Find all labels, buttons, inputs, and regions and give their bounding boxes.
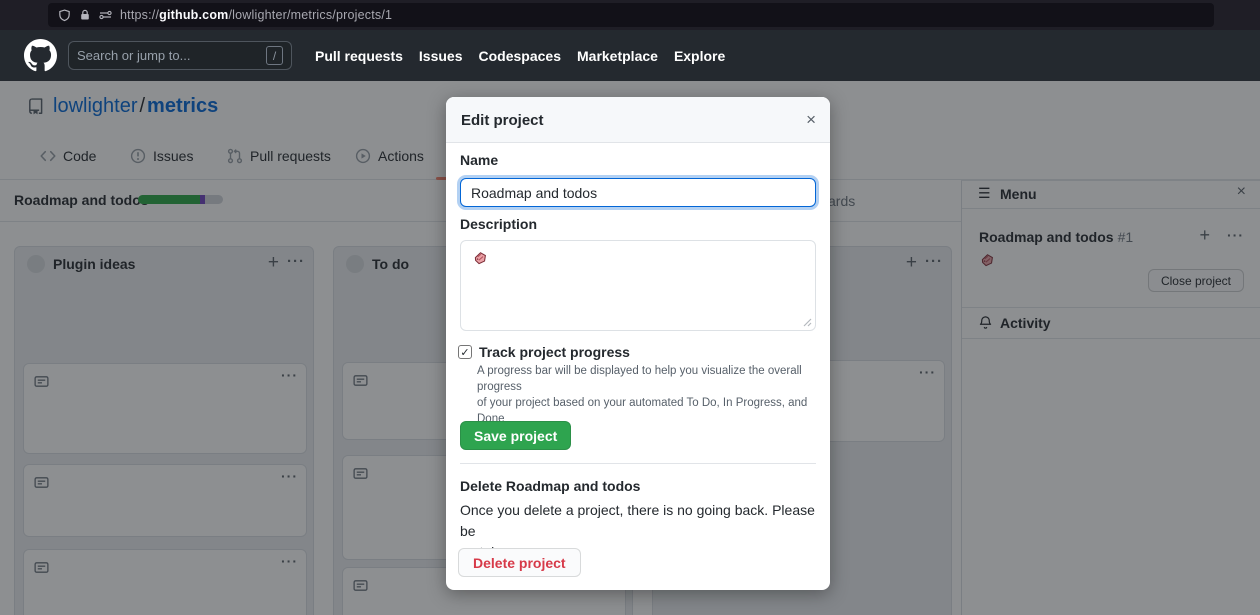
permissions-icon[interactable]	[99, 9, 112, 21]
url-host: github.com	[159, 8, 228, 22]
screen: https://github.com/lowlighter/metrics/pr…	[0, 0, 1260, 615]
track-progress-label[interactable]: Track project progress	[479, 344, 630, 360]
url-path: /lowlighter/metrics/projects/1	[228, 8, 392, 22]
nav-item-explore[interactable]: Explore	[674, 48, 725, 64]
name-field[interactable]	[460, 178, 816, 207]
slash-key-badge: /	[266, 46, 283, 65]
delete-project-button[interactable]: Delete project	[458, 548, 581, 577]
header-nav: Pull requests Issues Codespaces Marketpl…	[315, 30, 725, 81]
resize-handle[interactable]	[803, 318, 812, 327]
save-project-button[interactable]: Save project	[460, 421, 571, 450]
nav-item-marketplace[interactable]: Marketplace	[577, 48, 658, 64]
header-search-box: /	[68, 41, 292, 70]
shield-icon[interactable]	[58, 9, 71, 22]
address-bar[interactable]: https://github.com/lowlighter/metrics/pr…	[48, 3, 1214, 27]
url-text[interactable]: https://github.com/lowlighter/metrics/pr…	[120, 8, 392, 22]
search-input[interactable]	[77, 48, 266, 63]
nav-item-codespaces[interactable]: Codespaces	[479, 48, 561, 64]
divider	[460, 463, 816, 464]
nav-item-issues[interactable]: Issues	[419, 48, 463, 64]
meat-emoji	[472, 250, 489, 267]
lock-icon[interactable]	[79, 9, 91, 21]
name-label: Name	[460, 152, 498, 168]
description-label: Description	[460, 216, 537, 232]
github-logo[interactable]	[24, 39, 57, 72]
delete-section-heading: Delete Roadmap and todos	[460, 478, 640, 494]
dialog-close-button[interactable]: ×	[806, 110, 816, 130]
nav-item-pull-requests[interactable]: Pull requests	[315, 48, 403, 64]
github-header: / Pull requests Issues Codespaces Market…	[0, 30, 1260, 81]
url-scheme: https://	[120, 8, 159, 22]
dialog-title: Edit project	[461, 112, 544, 129]
browser-bar: https://github.com/lowlighter/metrics/pr…	[0, 0, 1260, 30]
description-textarea[interactable]	[460, 240, 816, 331]
edit-project-dialog: Edit project × Name Description ✓ Track …	[446, 97, 830, 590]
track-progress-checkbox[interactable]: ✓	[458, 345, 472, 359]
